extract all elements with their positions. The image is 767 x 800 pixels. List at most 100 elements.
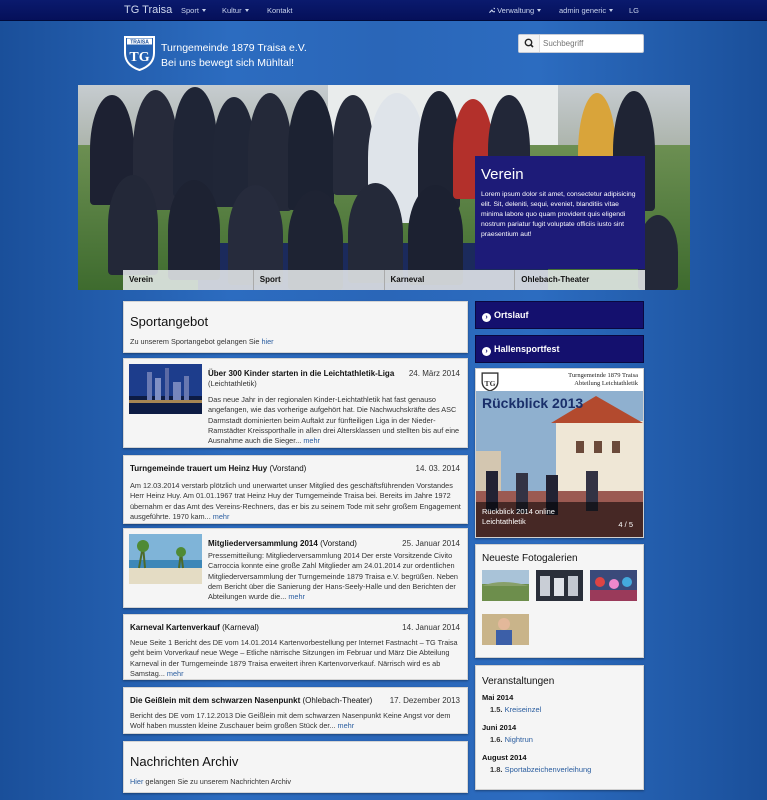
search-box [518, 34, 644, 53]
gallery-thumbnail[interactable] [590, 570, 637, 601]
news-category: (Vorstand) [320, 539, 357, 548]
archiv-title: Nachrichten Archiv [130, 754, 239, 769]
news-date: 25. Januar 2014 [402, 539, 460, 548]
nav-sport[interactable]: Sport [181, 6, 206, 15]
nav-admin-label: admin generic [559, 6, 607, 15]
news-date: 17. Dezember 2013 [389, 696, 460, 705]
news-item: Turngemeinde trauert um Heinz Huy (Vorst… [123, 455, 468, 524]
svg-text:TG: TG [129, 50, 149, 65]
hero-tabs: Verein Sport Karneval Ohlebach-Theater [123, 270, 645, 290]
event-link[interactable]: Sportabzeichenverleihung [505, 765, 592, 774]
news-title[interactable]: Karneval Kartenverkauf [130, 623, 220, 632]
wrench-icon [489, 7, 497, 13]
news-excerpt: Das neue Jahr in der regionalen Kinder-L… [208, 395, 463, 446]
slider-caption: Rückblick 2014 online Leichtathletik [482, 507, 555, 526]
top-navbar: TG Traisa Sport Kultur Kontakt Verwaltun… [0, 0, 767, 21]
brand-link[interactable]: TG Traisa [124, 4, 172, 16]
ortslauf-label: Ortslauf [494, 310, 529, 320]
event-day: 1.6. [490, 735, 503, 744]
slider-org: Turngemeinde 1879 Traisa Abteilung Leich… [568, 372, 638, 388]
archiv-link[interactable]: Hier [130, 777, 143, 786]
event-day: 1.5. [490, 705, 503, 714]
gallery-card: Neueste Fotogalerien [475, 544, 644, 658]
event-day: 1.8. [490, 765, 503, 774]
hero-tab-verein[interactable]: Verein [123, 270, 254, 290]
gallery-thumbnail[interactable] [482, 570, 529, 601]
news-item: 25. Januar 2014 Mitgliederversammlung 20… [123, 528, 468, 608]
news-title[interactable]: Turngemeinde trauert um Heinz Huy [130, 464, 267, 473]
event-entry: 1.6. Nightrun [482, 735, 637, 744]
sportangebot-link[interactable]: hier [261, 337, 273, 346]
news-thumbnail[interactable] [129, 364, 202, 414]
event-entry: 1.5. Kreiseinzel [482, 705, 637, 714]
nav-kultur-label: Kultur [222, 6, 242, 15]
news-more-link[interactable]: mehr [303, 436, 320, 445]
hallensportfest-button[interactable]: › Hallensportfest [475, 335, 644, 363]
nav-kontakt[interactable]: Kontakt [267, 6, 292, 15]
events-title: Veranstaltungen [482, 676, 555, 687]
hero-text: Lorem ipsum dolor sit amet, consectetur … [481, 191, 636, 238]
hero-heading: Verein [481, 166, 524, 183]
rueckblick-slider[interactable]: TG Turngemeinde 1879 Traisa Abteilung Le… [475, 368, 644, 538]
news-category: (Karneval) [222, 623, 259, 632]
news-thumbnail[interactable] [129, 534, 202, 584]
hero-caption-box: Verein Lorem ipsum dolor sit amet, conse… [475, 156, 645, 269]
news-more-link[interactable]: mehr [338, 721, 355, 730]
news-date: 14. Januar 2014 [402, 623, 460, 632]
nav-kultur[interactable]: Kultur [222, 6, 249, 15]
news-excerpt: Am 12.03.2014 verstarb plötzlich und une… [130, 481, 461, 522]
event-link[interactable]: Kreiseinzel [505, 705, 542, 714]
news-header: Über 300 Kinder starten in die Leichtath… [208, 369, 423, 389]
site-title[interactable]: Turngemeinde 1879 Traisa e.V. [161, 41, 307, 56]
news-date: 24. März 2014 [408, 369, 460, 378]
news-title[interactable]: Die Geißlein mit dem schwarzen Nasenpunk… [130, 696, 300, 705]
news-more-link[interactable]: mehr [288, 592, 305, 601]
news-title[interactable]: Mitgliederversammlung 2014 [208, 539, 318, 548]
events-card: Veranstaltungen Mai 2014 1.5. Kreiseinze… [475, 665, 644, 790]
gallery-thumbnail[interactable] [536, 570, 583, 601]
search-input[interactable] [543, 37, 639, 50]
slider-counter: 4 / 5 [618, 520, 633, 529]
svg-text:TRAISA: TRAISA [130, 40, 149, 46]
ortslauf-button[interactable]: › Ortslauf [475, 301, 644, 329]
news-header: Mitgliederversammlung 2014 (Vorstand) [208, 539, 357, 549]
caret-down-icon [201, 9, 206, 12]
news-date: 14. 03. 2014 [415, 464, 460, 473]
news-text: Pressemitteilung: Mitgliederversammlung … [208, 551, 458, 602]
slider-headline: Rückblick 2013 [482, 395, 584, 411]
slider-org-line2: Abteilung Leichtathletik [574, 380, 638, 387]
hero-tab-theater[interactable]: Ohlebach-Theater [515, 270, 645, 290]
news-category: (Vorstand) [269, 464, 307, 473]
news-category: (Ohlebach-Theater) [302, 696, 373, 705]
event-entry: 1.8. Sportabzeichenverleihung [482, 765, 637, 774]
gallery-thumbnail[interactable] [482, 614, 529, 645]
sportangebot-text: Zu unserem Sportangebot gelangen Sie [130, 337, 260, 346]
archiv-text: gelangen Sie zu unserem Nachrichten Arch… [145, 777, 292, 786]
sportangebot-title: Sportangebot [130, 314, 209, 329]
event-link[interactable]: Nightrun [505, 735, 533, 744]
hallensportfest-label: Hallensportfest [494, 344, 560, 354]
nav-admin[interactable]: admin generic [559, 6, 614, 15]
club-logo[interactable]: TRAISA TG [123, 35, 156, 72]
news-text: Bericht des DE vom 17.12.2013 Die Geißle… [130, 711, 451, 731]
news-more-link[interactable]: mehr [213, 512, 230, 521]
hero-tab-sport[interactable]: Sport [253, 270, 385, 290]
news-item: Die Geißlein mit dem schwarzen Nasenpunk… [123, 687, 468, 734]
search-icon[interactable] [519, 35, 540, 52]
news-item: Über 300 Kinder starten in die Leichtath… [123, 358, 468, 448]
archiv-card: Nachrichten Archiv Hier gelangen Sie zu … [123, 741, 468, 793]
nav-lg[interactable]: LG [629, 6, 639, 15]
hero-tab-karneval[interactable]: Karneval [384, 270, 516, 290]
news-more-link[interactable]: mehr [167, 669, 184, 678]
caret-down-icon [244, 9, 249, 12]
news-header: Turngemeinde trauert um Heinz Huy (Vorst… [130, 464, 461, 474]
event-month: August 2014 [482, 753, 527, 762]
nav-sport-label: Sport [181, 6, 199, 15]
nav-verwaltung[interactable]: Verwaltung [488, 6, 542, 15]
news-category: (Leichtathletik) [208, 379, 257, 388]
svg-text:TG: TG [485, 379, 496, 388]
event-month: Juni 2014 [482, 723, 517, 732]
slider-org-line1: Turngemeinde 1879 Traisa [568, 372, 638, 379]
news-text: Das neue Jahr in der regionalen Kinder-L… [208, 395, 460, 446]
news-title[interactable]: Über 300 Kinder starten in die Leichtath… [208, 369, 423, 379]
